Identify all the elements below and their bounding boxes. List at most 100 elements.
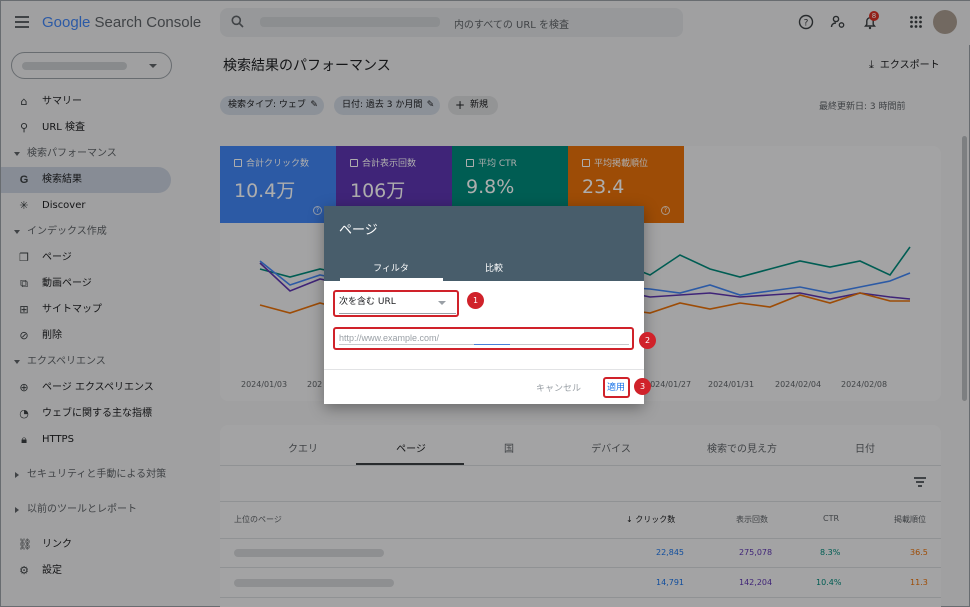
metric-label: 合計表示回数 xyxy=(362,159,417,169)
download-icon: ⤓ xyxy=(869,58,874,71)
sidebar-item-page-experience[interactable]: ⊕ ページ エクスペリエンス xyxy=(1,375,181,401)
column-header-impressions[interactable]: 表示回数 xyxy=(736,514,768,525)
x-tick-label: 2024/01/31 xyxy=(708,380,755,389)
sidebar-section-label: 検索パフォーマンス xyxy=(27,148,117,159)
video-pages-icon: ⧉ xyxy=(20,277,28,290)
sidebar-item-label: サマリー xyxy=(42,96,82,107)
sidebar-item-label: リンク xyxy=(42,539,72,550)
filter-rows-icon[interactable] xyxy=(914,477,926,487)
manage-users-icon[interactable] xyxy=(830,14,846,30)
help-icon[interactable]: ? xyxy=(313,206,322,215)
sidebar-item-sitemaps[interactable]: ⊞ サイトマップ xyxy=(1,297,181,323)
sidebar-item-pages[interactable]: ❐ ページ xyxy=(1,245,181,271)
pages-icon: ❐ xyxy=(19,251,29,264)
tab-queries[interactable]: クエリ xyxy=(273,440,333,455)
metric-label: 平均掲載順位 xyxy=(594,159,649,169)
filter-chip-date[interactable]: 日付: 過去 3 か月間 ✎ xyxy=(334,96,441,115)
property-selector[interactable] xyxy=(11,52,172,79)
chip-label: 新規 xyxy=(470,100,489,110)
chevron-down-icon xyxy=(149,64,157,68)
add-filter-button[interactable]: + 新規 xyxy=(448,96,499,115)
metric-value: 10.4万 xyxy=(234,180,296,202)
page-scrollbar[interactable] xyxy=(962,136,967,401)
tab-search-appearance[interactable]: 検索での見え方 xyxy=(687,440,797,455)
sidebar-section-experience[interactable]: エクスペリエンス xyxy=(1,349,181,375)
sidebar-item-label: 動画ページ xyxy=(42,278,92,289)
sidebar-section-security[interactable]: セキュリティと手動による対策 xyxy=(1,462,181,488)
tab-devices[interactable]: デバイス xyxy=(581,440,641,455)
help-icon[interactable]: ? xyxy=(798,14,814,30)
chip-label: 検索タイプ: ウェブ xyxy=(228,100,306,110)
sidebar-item-url-inspection[interactable]: ⚲ URL 検査 xyxy=(1,115,181,141)
sidebar-item-settings[interactable]: ⚙ 設定 xyxy=(1,558,181,584)
help-icon[interactable]: ? xyxy=(661,206,670,215)
sidebar-item-links[interactable]: ⛓︎ リンク xyxy=(1,532,181,558)
column-header-position[interactable]: 掲載順位 xyxy=(894,514,926,525)
chevron-down-icon xyxy=(14,152,20,156)
sidebar-nav: ⌂ サマリー ⚲ URL 検査 検索パフォーマンス G 検索結果 ✳ Discover … xyxy=(1,89,181,584)
sidebar-item-core-web-vitals[interactable]: ◔ ウェブに関する主な指標 xyxy=(1,401,181,427)
sidebar-section-search-performance[interactable]: 検索パフォーマンス xyxy=(1,141,181,167)
chevron-down-icon xyxy=(14,230,20,234)
sitemap-icon: ⊞ xyxy=(19,303,29,316)
column-header-ctr[interactable]: CTR xyxy=(823,514,839,523)
url-inspection-search[interactable]: 内のすべての URL を検査 xyxy=(220,8,683,37)
checkbox-checked-icon xyxy=(466,159,474,167)
sidebar-item-search-results[interactable]: G 検索結果 xyxy=(1,167,171,193)
sidebar-item-label: 削除 xyxy=(42,330,62,341)
sidebar-section-label: エクスペリエンス xyxy=(27,356,106,367)
divider xyxy=(220,567,941,568)
sidebar-section-indexing[interactable]: インデックス作成 xyxy=(1,219,181,245)
metric-card-clicks[interactable]: 合計クリック数 10.4万 ? xyxy=(220,146,336,223)
page-url-blurred xyxy=(234,579,394,587)
x-tick-label: 2024/02/08 xyxy=(841,380,888,389)
tab-filter[interactable]: フィルタ xyxy=(341,261,441,274)
x-tick-label: 202 xyxy=(307,380,323,389)
home-icon: ⌂ xyxy=(20,95,28,108)
sidebar-item-removals[interactable]: ⊘ 削除 xyxy=(1,323,181,349)
top-bar: Google Search Console 内のすべての URL を検査 ? 8 xyxy=(1,1,970,45)
sidebar-item-video-pages[interactable]: ⧉ 動画ページ xyxy=(1,271,181,297)
cell-impressions: 275,078 xyxy=(739,548,773,557)
cancel-button[interactable]: キャンセル xyxy=(536,381,581,394)
chevron-right-icon xyxy=(15,507,19,513)
sidebar-section-label: インデックス作成 xyxy=(27,226,107,237)
export-button[interactable]: ⤓ エクスポート xyxy=(869,56,940,72)
metric-label: 合計クリック数 xyxy=(246,159,310,169)
tab-dates[interactable]: 日付 xyxy=(835,440,895,455)
avatar[interactable] xyxy=(933,10,957,34)
plus-icon: + xyxy=(455,98,466,112)
sidebar-section-legacy-tools[interactable]: 以前のツールとレポート xyxy=(1,497,181,523)
filter-chip-search-type[interactable]: 検索タイプ: ウェブ ✎ xyxy=(220,96,324,115)
sidebar-item-discover[interactable]: ✳ Discover xyxy=(1,193,181,219)
last-updated-text: 最終更新日: 3 時間前 xyxy=(819,102,906,112)
tab-compare[interactable]: 比較 xyxy=(444,261,544,274)
metric-value: 106万 xyxy=(350,180,406,202)
search-placeholder: 内のすべての URL を検査 xyxy=(453,20,570,31)
sidebar-item-label: ウェブに関する主な指標 xyxy=(42,408,152,419)
x-tick-label: 2024/01/27 xyxy=(645,380,692,389)
sidebar-item-label: ページ エクスペリエンス xyxy=(42,382,154,393)
eye-off-icon: ⊘ xyxy=(19,329,29,342)
chevron-right-icon xyxy=(15,472,19,478)
cell-impressions: 142,204 xyxy=(739,578,773,587)
metric-value: 23.4 xyxy=(582,176,625,198)
column-header-clicks[interactable]: ↓ クリック数 xyxy=(626,514,675,525)
menu-icon[interactable] xyxy=(15,16,29,28)
sidebar-item-summary[interactable]: ⌂ サマリー xyxy=(1,89,181,115)
page-title: 検索結果のパフォーマンス xyxy=(223,58,391,74)
metric-value: 9.8% xyxy=(466,176,515,198)
tab-pages[interactable]: ページ xyxy=(381,440,441,455)
apps-grid-icon[interactable] xyxy=(908,14,924,30)
dialog-title: ページ xyxy=(339,223,378,238)
checkbox-checked-icon xyxy=(582,159,590,167)
tab-countries[interactable]: 国 xyxy=(479,440,539,455)
sort-arrow-down-icon: ↓ xyxy=(626,515,636,524)
column-header-label: クリック数 xyxy=(635,515,676,524)
callout-box-apply xyxy=(603,377,630,398)
app-logo[interactable]: Google Search Console xyxy=(42,14,201,31)
speed-gauge-icon: ◔ xyxy=(19,407,29,420)
sidebar-item-label: HTTPS xyxy=(42,434,74,445)
logo-google: Google xyxy=(42,14,91,31)
sidebar-item-https[interactable]: 🔒︎ HTTPS xyxy=(1,427,181,453)
